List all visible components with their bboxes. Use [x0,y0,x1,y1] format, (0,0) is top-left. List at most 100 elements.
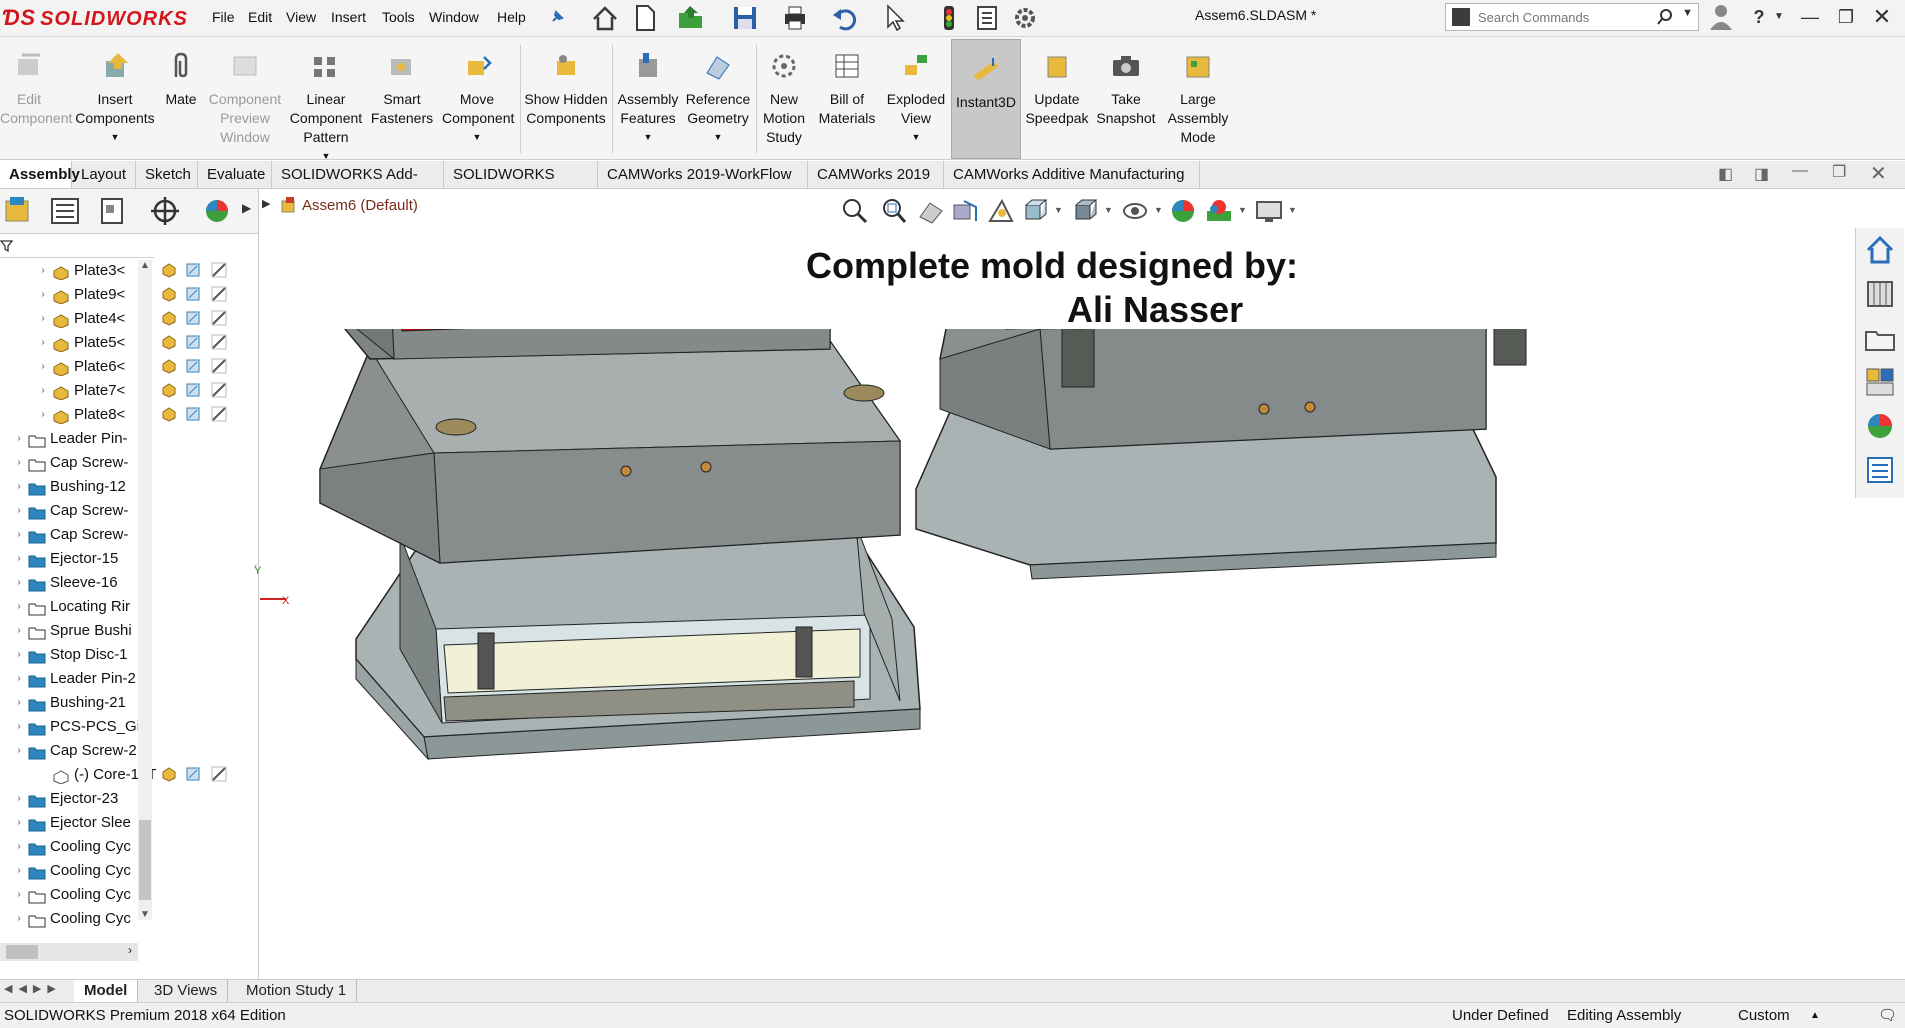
display-style-dropdown-icon[interactable]: ▼ [1104,205,1113,215]
mate-button[interactable]: Mate [160,37,202,159]
tab-camworks-additive[interactable]: CAMWorks Additive Manufacturing [944,161,1200,188]
unit-system-dropdown-icon[interactable]: ▲ [1810,1003,1820,1028]
tree-expand-icon[interactable]: › [14,835,24,859]
viewport-restore-icon[interactable]: ❐ [1832,162,1846,182]
viewport-tile-right-icon[interactable]: ◨ [1754,164,1769,184]
save-icon[interactable] [730,3,760,33]
apply-scene-dropdown-icon[interactable]: ▼ [1238,205,1247,215]
tab-motion-study-1[interactable]: Motion Study 1 [236,980,358,1002]
tree-expand-icon[interactable]: › [14,667,24,691]
tree-expand-icon[interactable]: › [38,403,48,427]
tree-item[interactable]: › Ejector-23 [0,787,158,811]
hide-show-dropdown-icon[interactable]: ▼ [1154,205,1163,215]
tree-item[interactable]: › Plate6< [0,355,158,379]
restore-window-icon[interactable]: ❐ [1832,4,1860,30]
view-settings-dropdown-icon[interactable]: ▼ [1288,205,1297,215]
tree-expand-icon[interactable]: › [14,451,24,475]
tree-expand-icon[interactable]: › [14,859,24,883]
menu-edit[interactable]: Edit [248,6,272,28]
exploded-view-dropdown-icon[interactable]: ▼ [885,128,947,147]
tree-expand-icon[interactable]: › [14,547,24,571]
component-state-icon[interactable] [160,261,182,281]
tree-expand-icon[interactable]: › [14,883,24,907]
tree-item[interactable]: › Cap Screw-2 [0,739,158,763]
tree-item[interactable]: › Leader Pin-2 [0,667,158,691]
mold-assembly-model[interactable] [260,329,1855,979]
tree-expand-icon[interactable]: › [14,715,24,739]
bill-of-materials-button[interactable]: Bill of Materials [812,37,882,159]
component-state-icon[interactable] [160,333,182,353]
exploded-view-button[interactable]: Exploded View ▼ [885,37,947,159]
open-folder-icon[interactable] [676,3,706,33]
tab-solidworks-mbd[interactable]: SOLIDWORKS MBD [444,161,598,210]
new-motion-study-button[interactable]: New Motion Study [759,37,809,159]
tree-item[interactable]: › Cooling Cyc [0,883,158,907]
component-state-icon[interactable] [160,405,182,425]
feature-manager-tab-icon[interactable] [0,193,42,229]
search-mode-icon[interactable] [1452,8,1470,26]
tree-item[interactable]: › Sprue Bushi [0,619,158,643]
component-state-icon[interactable] [160,357,182,377]
horizontal-scrollbar-thumb[interactable] [6,945,38,959]
menu-help[interactable]: Help [497,6,526,28]
menu-view[interactable]: View [286,6,316,28]
tree-expand-icon[interactable]: › [14,619,24,643]
update-speedpak-button[interactable]: Update Speedpak [1023,37,1091,159]
tree-item[interactable]: › Plate3< [0,259,158,283]
search-dropdown-icon[interactable]: ▼ [1682,7,1693,19]
insert-components-dropdown-icon[interactable]: ▼ [72,128,158,147]
assembly-features-dropdown-icon[interactable]: ▼ [615,128,681,147]
tab-assembly[interactable]: Assembly [0,161,80,188]
tree-item[interactable]: › Bushing-21 [0,691,158,715]
unit-system-selector[interactable]: Custom [1738,1003,1790,1028]
tab-model[interactable]: Model [74,980,139,1002]
file-properties-icon[interactable] [972,3,1002,33]
linear-component-pattern-button[interactable]: Linear Component Pattern ▼ [288,37,364,161]
manager-tabs-more-icon[interactable]: ▶ [242,201,251,215]
show-hidden-components-button[interactable]: Show Hidden Components [523,37,609,159]
display-state-icon[interactable] [184,765,206,785]
configuration-manager-tab-icon[interactable] [92,193,134,229]
appearance-state-icon[interactable] [210,765,232,785]
home-icon[interactable] [590,3,620,33]
large-assembly-mode-button[interactable]: Large Assembly Mode [1161,37,1235,159]
search-commands-input[interactable] [1476,6,1660,28]
display-state-icon[interactable] [184,405,206,425]
display-state-icon[interactable] [184,285,206,305]
scroll-up-icon[interactable]: ▲ [140,260,150,271]
appearance-state-icon[interactable] [210,261,232,281]
move-dropdown-icon[interactable]: ▼ [440,128,514,147]
zoom-to-fit-icon[interactable] [840,197,870,225]
viewport-close-icon[interactable]: ✕ [1870,161,1887,186]
tree-item[interactable]: › Cooling Cyc [0,907,158,931]
tree-expand-icon[interactable]: › [14,739,24,763]
tab-3d-views[interactable]: 3D Views [144,980,229,1002]
tab-solidworks-add-ins[interactable]: SOLIDWORKS Add-Ins [272,161,444,210]
tree-expand-icon[interactable]: › [14,523,24,547]
tree-expand-icon[interactable]: › [38,259,48,283]
tree-expand-icon[interactable]: › [38,379,48,403]
print-icon[interactable] [780,3,810,33]
tree-expand-icon[interactable]: › [14,427,24,451]
tree-item[interactable]: › Plate4< [0,307,158,331]
menu-file[interactable]: File [212,6,235,28]
display-state-icon[interactable] [184,333,206,353]
appearance-state-icon[interactable] [210,309,232,329]
tab-sketch[interactable]: Sketch [136,161,198,188]
search-commands-box[interactable]: ▼ [1445,3,1699,31]
tree-expand-icon[interactable]: › [14,643,24,667]
tree-expand-icon[interactable]: › [14,787,24,811]
instant3d-button[interactable]: Instant3D [951,39,1021,159]
tree-scrollbar-thumb[interactable] [139,820,151,900]
display-state-icon[interactable] [184,357,206,377]
file-explorer-icon[interactable] [1862,320,1898,356]
tree-item[interactable]: › Ejector Slee [0,811,158,835]
component-state-icon[interactable] [160,381,182,401]
edit-component-button[interactable]: Edit Component [0,37,72,159]
tree-scrollbar[interactable]: ▲ ▼ [138,260,152,920]
viewport-tile-left-icon[interactable]: ◧ [1718,164,1733,184]
appearance-state-icon[interactable] [210,381,232,401]
component-state-icon[interactable] [160,765,182,785]
view-orientation-dropdown-icon[interactable]: ▼ [1054,205,1063,215]
tree-expand-icon[interactable]: › [38,283,48,307]
